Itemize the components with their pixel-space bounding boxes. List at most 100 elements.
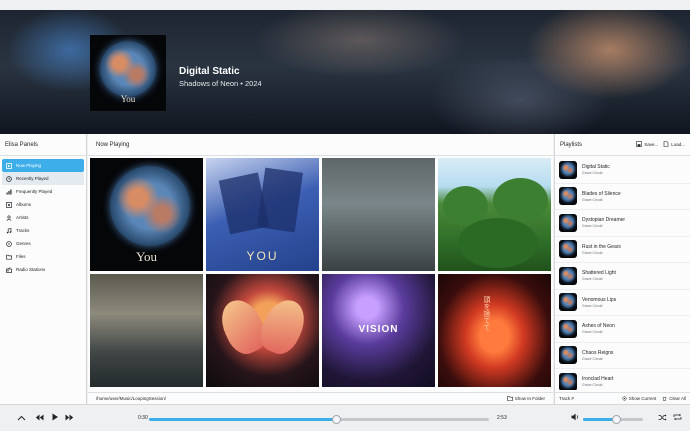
tile-cover-text: You [135,249,158,264]
sidebar-item-label: Genres [16,241,31,246]
playlist-item[interactable]: Chaos Reigns Grave Circuit [555,343,690,369]
album-tile[interactable]: YOU [206,158,319,271]
now-playing-header: You Digital Static Shadows of Neon • 202… [0,10,690,134]
locate-icon [622,395,627,402]
repeat-icon[interactable] [673,413,682,423]
volume-icon[interactable] [571,413,580,423]
track-artist: Grave Circuit [582,356,603,361]
recently-played-icon [6,175,12,182]
album-tile[interactable] [90,274,203,387]
sidebar-item-label: Now Playing [16,163,42,168]
cover-figure [257,167,303,233]
track-name: Dystopian Dreamer [582,217,626,224]
sidebar-item-files[interactable]: Files [2,250,84,263]
track-artist: Grave Circuit [582,277,603,282]
sidebar-item-label: Files [16,254,26,259]
track-artist: Grave Circuit [582,330,603,335]
track-thumbnail [559,240,577,259]
show-in-folder-label: Show In Folder [514,396,545,401]
seek-slider[interactable] [149,415,489,424]
sidebar-item-artists[interactable]: Artists [2,211,84,224]
tracks-icon [6,227,12,234]
elisa-panels-sidebar: Elisa Panels Now Playing Recently Played… [0,134,87,404]
header-album-art: You [90,35,166,111]
save-label: Save... [644,142,659,147]
album-tile[interactable]: 頭を捨てて [438,274,551,387]
track-artist: Grave Circuit [582,250,603,255]
playlist-item[interactable]: Ashes of Neon Grave Circuit [555,316,690,343]
sidebar-title: Elisa Panels [0,134,86,156]
chevron-up-icon[interactable] [17,413,26,423]
tile-cover-text: 頭を捨てて [483,296,490,331]
sidebar-item-now-playing[interactable]: Now Playing [2,159,84,172]
play-button[interactable] [51,413,59,423]
artists-icon [6,214,12,221]
playlist-item[interactable]: Venomous Lips Grave Circuit [555,290,690,316]
clear-icon [662,396,667,402]
cover-title-text: You [120,94,136,104]
playlists-title: Playlists [560,141,583,148]
track-name: Digital Static [582,164,610,171]
albums-icon [6,201,12,208]
tile-cover-text: YOU [246,249,279,263]
sidebar-item-frequently-played[interactable]: Frequently Played [2,185,84,198]
playlist-statusbar: Track # Show Current Clear All [555,392,690,404]
album-tile[interactable]: VISION [322,274,435,387]
sidebar-item-radio-stations[interactable]: Radio Stations [2,263,84,276]
album-tile[interactable]: You [90,158,203,271]
sidebar-item-label: Radio Stations [16,267,46,272]
track-name: Ashes of Neon [582,323,615,330]
shuffle-icon[interactable] [658,413,667,423]
now-playing-icon [6,162,12,169]
files-icon [6,254,12,260]
track-thumbnail [559,213,577,232]
volume-slider[interactable] [583,415,643,424]
album-tile[interactable] [438,158,551,271]
show-current-button[interactable]: Show Current [622,395,657,402]
current-folder-path: /home/user/Music/LoopingSession/ [96,396,167,401]
elapsed-time: 0:30 [138,415,148,421]
now-playing-view: Now Playing You YOU VISION 頭を捨てて /home/u… [88,134,553,404]
track-name: Blades of Silence [582,190,621,197]
sidebar-item-tracks[interactable]: Tracks [2,224,84,237]
load-playlist-button[interactable]: Load... [663,141,685,148]
save-playlist-button[interactable]: Save... [636,141,658,148]
playlist-item[interactable]: Rust in the Gears Grave Circuit [555,237,690,263]
track-thumbnail [559,293,577,312]
playlist-item[interactable]: Ironclad Heart Grave Circuit [555,369,690,390]
clear-all-label: Clear All [669,396,686,401]
album-tile[interactable] [322,158,435,271]
header-track-subtitle: Shadows of Neon • 2024 [179,79,262,88]
album-tile[interactable] [206,274,319,387]
seek-handle[interactable] [331,415,341,424]
playlists-header: Playlists Save... Load... [555,134,690,156]
clear-all-button[interactable]: Clear All [662,396,686,402]
track-thumbnail [559,160,577,179]
save-icon [636,141,643,148]
sidebar-item-albums[interactable]: Albums [2,198,84,211]
volume-handle[interactable] [611,415,621,424]
playlist-item[interactable]: Blades of Silence Grave Circuit [555,184,690,210]
playlist-item[interactable]: Dystopian Dreamer Grave Circuit [555,210,690,237]
show-in-folder-button[interactable]: Show In Folder [506,395,545,402]
playlist-item[interactable]: Digital Static Grave Circuit [555,157,690,184]
sidebar-item-genres[interactable]: Genres [2,237,84,250]
track-thumbnail [559,319,577,338]
seek-progress [149,418,336,421]
cover-tree [493,178,548,223]
playlists-panel: Playlists Save... Load... Digital Static… [554,134,690,404]
sidebar-item-recently-played[interactable]: Recently Played [2,172,84,185]
show-current-label: Show Current [628,396,657,401]
track-thumbnail [559,372,577,390]
load-icon [663,141,669,148]
track-name: Ironclad Heart [582,376,614,383]
load-label: Load... [671,142,685,147]
playlist-item[interactable]: Shattered Light Grave Circuit [555,263,690,290]
next-track-button[interactable] [65,413,74,423]
playlist-track-list: Digital Static Grave Circuit Blades of Si… [555,157,690,390]
now-playing-statusbar: /home/user/Music/LoopingSession/ Show In… [88,392,553,404]
track-count-label: Track # [559,396,574,401]
previous-track-button[interactable] [35,413,44,423]
sidebar-item-label: Tracks [16,228,30,233]
folder-icon [506,395,513,402]
